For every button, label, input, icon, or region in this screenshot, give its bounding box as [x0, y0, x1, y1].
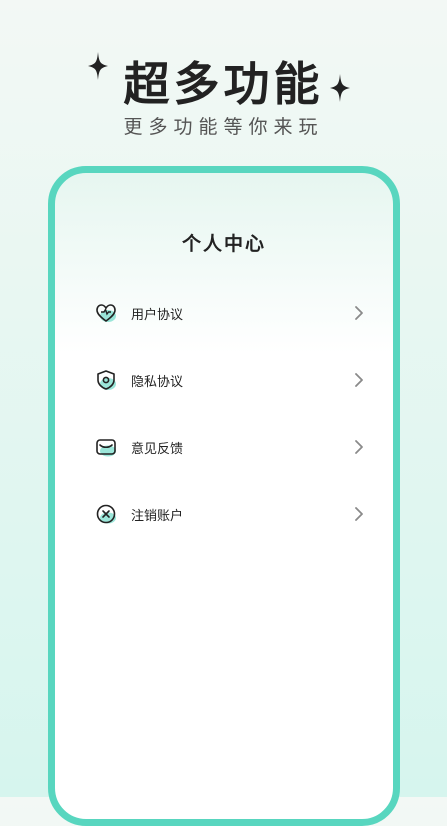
mail-icon — [96, 439, 116, 457]
sparkle-icon — [330, 74, 350, 102]
chevron-right-icon — [355, 306, 363, 320]
promo-title: 超多功能 — [123, 57, 324, 111]
close-circle-icon — [96, 504, 116, 524]
menu-item-privacy-policy[interactable]: 隐私协议 — [85, 361, 365, 401]
phone-frame: 个人中心 用户协议 隐私协议 意见反馈 注销账户 — [48, 166, 400, 826]
menu-item-label: 意见反馈 — [131, 442, 184, 457]
menu-item-user-agreement[interactable]: 用户协议 — [85, 294, 365, 334]
chevron-right-icon — [355, 373, 363, 387]
privacy-shield-icon — [97, 370, 116, 390]
menu-item-delete-account[interactable]: 注销账户 — [85, 495, 365, 535]
menu-item-label: 注销账户 — [131, 509, 184, 524]
menu-item-label: 用户协议 — [131, 308, 184, 323]
menu-item-label: 隐私协议 — [131, 375, 184, 390]
chevron-right-icon — [355, 507, 363, 521]
heart-shield-icon — [96, 304, 116, 322]
promo-subtitle: 更多功能等你来玩 — [123, 116, 324, 138]
chevron-right-icon — [355, 440, 363, 454]
promo-headline: 超多功能 — [0, 44, 447, 114]
menu-item-feedback[interactable]: 意见反馈 — [85, 428, 365, 468]
page-title: 个人中心 — [181, 233, 266, 255]
